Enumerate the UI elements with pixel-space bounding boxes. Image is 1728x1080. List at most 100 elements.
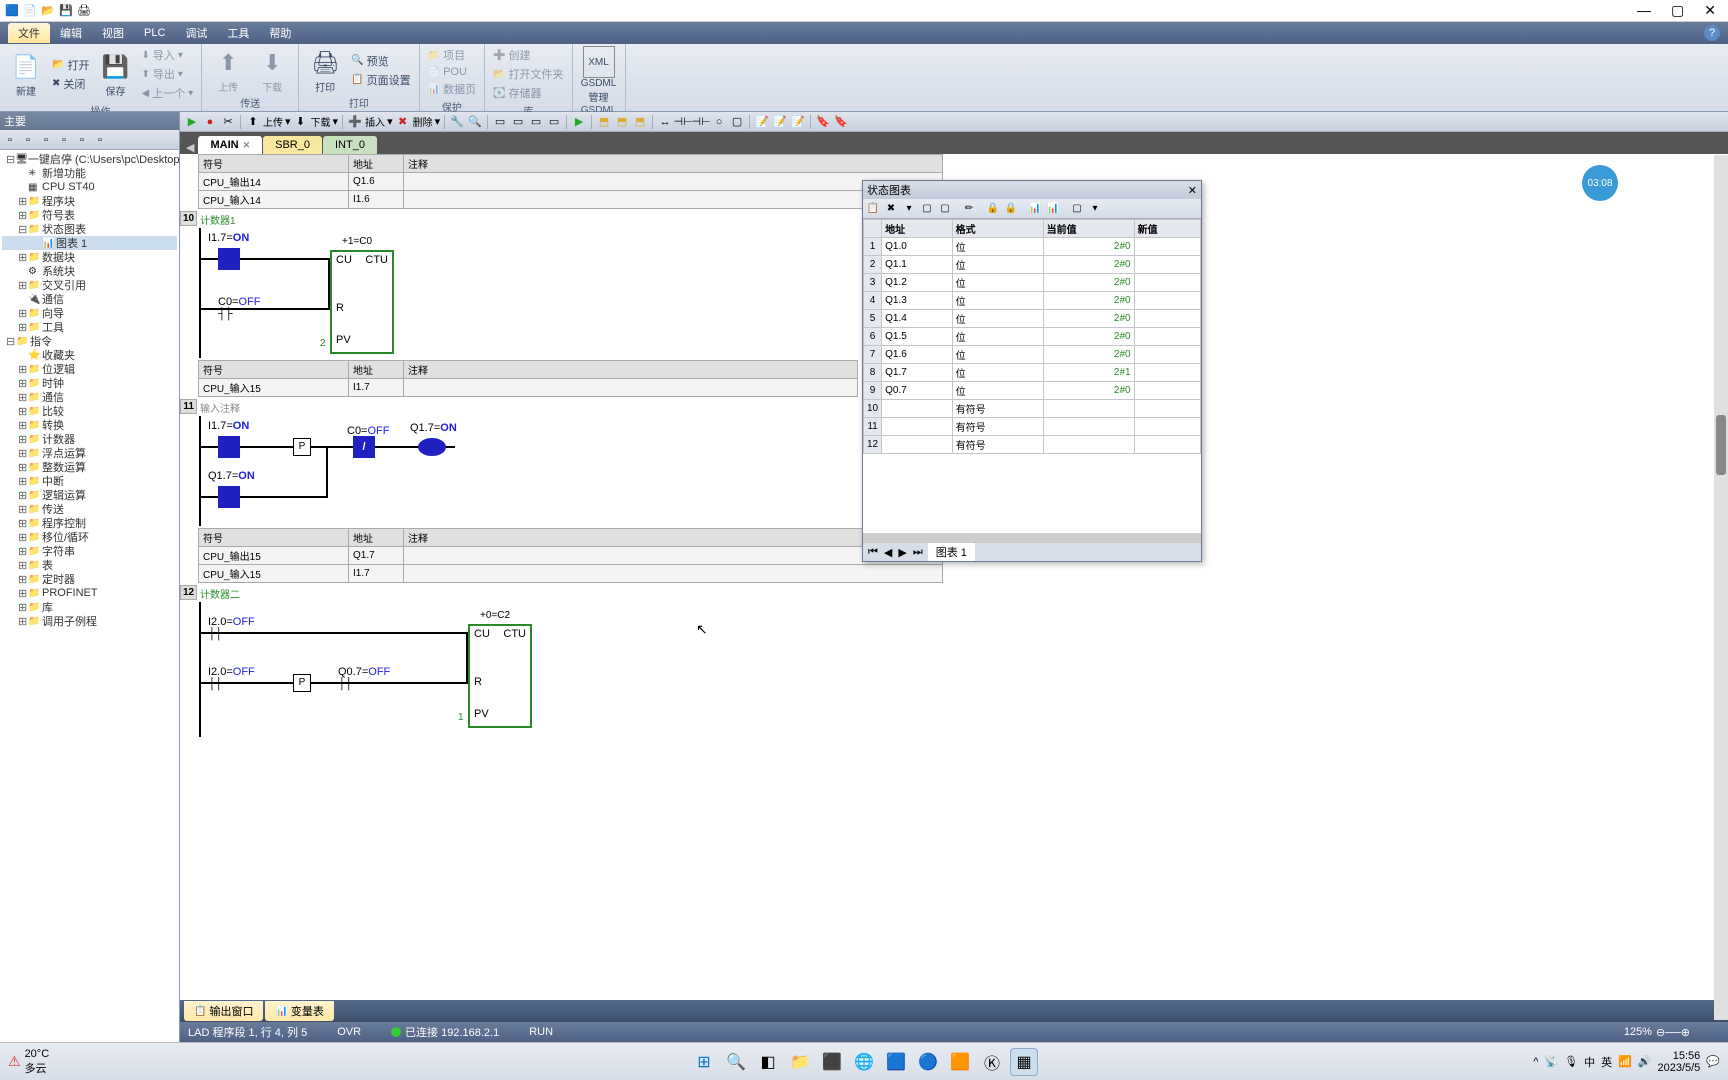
scroll-thumb[interactable] [1716, 415, 1726, 475]
taskview-icon[interactable]: ◧ [754, 1048, 782, 1076]
contact-q07[interactable]: Q0.7=OFF [338, 666, 390, 690]
tray-volume-icon[interactable]: 🔊 [1638, 1055, 1652, 1068]
tree-compare[interactable]: ⊞📁比较 [2, 404, 177, 418]
status-row[interactable]: 6Q1.5位2#0 [864, 328, 1201, 346]
tree-tool[interactable]: ⊞📁工具 [2, 320, 177, 334]
tray-notif-icon[interactable]: 💬 [1706, 1055, 1720, 1068]
st-icon[interactable]: ▢ [937, 202, 953, 216]
tray-chevron-icon[interactable]: ^ [1533, 1056, 1538, 1068]
coil-q17[interactable]: Q1.7=ON [418, 438, 446, 459]
minimize-button[interactable]: — [1637, 2, 1651, 19]
sc-nav-first-icon[interactable]: ⏮ [865, 546, 881, 559]
tree-tb-icon[interactable]: ▫ [38, 132, 54, 148]
upload-button[interactable]: ⬆上传 [208, 47, 248, 94]
st-icon[interactable]: 🔒 [1003, 202, 1019, 216]
tree-chart1[interactable]: 📊图表 1 [2, 236, 177, 250]
storage-button[interactable]: 💽存储器 [491, 84, 565, 102]
tab-output[interactable]: 📋输出窗口 [184, 1001, 263, 1021]
tb-icon[interactable]: ▶ [571, 114, 587, 130]
status-hscroll[interactable] [863, 533, 1201, 543]
download-button[interactable]: ⬇下载 [252, 47, 292, 94]
tab-nav-left-icon[interactable]: ◀ [182, 141, 198, 154]
st-icon[interactable]: 📊 [1027, 202, 1043, 216]
stop-icon[interactable]: ● [202, 114, 218, 130]
tb-icon[interactable]: ○ [711, 114, 727, 130]
app-icon[interactable]: Ⓚ [978, 1048, 1006, 1076]
tray-wifi-icon[interactable]: 📶 [1618, 1055, 1632, 1068]
sc-nav-last-icon[interactable]: ⏭ [910, 546, 926, 559]
gsdml-button[interactable]: XMLGSDML 管理 [579, 46, 619, 104]
current-app-icon[interactable]: ▦ [1010, 1048, 1038, 1076]
status-row[interactable]: 12有符号 [864, 436, 1201, 454]
tree-commgrp[interactable]: ⊞📁通信 [2, 390, 177, 404]
tree-datablock[interactable]: ⊞📁数据块 [2, 250, 177, 264]
menu-help[interactable]: 帮助 [259, 23, 301, 43]
menu-edit[interactable]: 编辑 [50, 23, 92, 43]
status-row[interactable]: 3Q1.2位2#0 [864, 274, 1201, 292]
st-icon[interactable]: ▢ [919, 202, 935, 216]
st-icon[interactable]: ▾ [901, 202, 917, 216]
status-grid[interactable]: 地址格式当前值新值 1Q1.0位2#02Q1.1位2#03Q1.2位2#04Q1… [863, 219, 1201, 533]
tb-icon[interactable]: ⊣⊢ [693, 114, 709, 130]
app-icon[interactable]: 🔵 [914, 1048, 942, 1076]
tree-tb-icon[interactable]: ▫ [74, 132, 90, 148]
tb-upload-icon[interactable]: ⬆ [245, 114, 261, 130]
tree-intmath[interactable]: ⊞📁整数运算 [2, 460, 177, 474]
close-button[interactable]: ✕ [1704, 2, 1716, 19]
status-row[interactable]: 9Q0.7位2#0 [864, 382, 1201, 400]
tree-clock[interactable]: ⊞📁时钟 [2, 376, 177, 390]
tb-icon[interactable]: ↔ [657, 114, 673, 130]
tree-tb-icon[interactable]: ▫ [20, 132, 36, 148]
tree-statuschart[interactable]: ⊟📁状态图表 [2, 222, 177, 236]
contact-c0[interactable]: C0=OFF [218, 296, 261, 320]
help-icon[interactable]: ? [1704, 25, 1720, 41]
import-button[interactable]: ⬇导入 ▾ [139, 46, 195, 64]
open-button[interactable]: 📂打开 [50, 56, 91, 74]
st-icon[interactable]: ✏ [961, 202, 977, 216]
tree-tb-icon[interactable]: ▫ [92, 132, 108, 148]
contact-q17b[interactable]: Q1.7=ON [218, 486, 240, 511]
print-icon[interactable]: 🖨 [76, 3, 92, 19]
tree-floatmath[interactable]: ⊞📁浮点运算 [2, 446, 177, 460]
status-row[interactable]: 4Q1.3位2#0 [864, 292, 1201, 310]
tree-fav[interactable]: ⭐收藏夹 [2, 348, 177, 362]
tb-delete-icon[interactable]: ✖ [395, 114, 411, 130]
tray-ime[interactable]: 中 [1584, 1054, 1595, 1070]
tree-interrupt[interactable]: ⊞📁中断 [2, 474, 177, 488]
tb-icon[interactable]: 🔖 [833, 114, 849, 130]
tray-clock[interactable]: 15:56 2023/5/5 [1657, 1050, 1700, 1074]
project-button[interactable]: 📁项目 [426, 46, 478, 64]
status-row[interactable]: 2Q1.1位2#0 [864, 256, 1201, 274]
status-row[interactable]: 11有符号 [864, 418, 1201, 436]
menu-view[interactable]: 视图 [92, 23, 134, 43]
app-icon[interactable]: 🟦 [882, 1048, 910, 1076]
taskbar-weather[interactable]: ⚠ 20°C 多云 [8, 1048, 49, 1076]
tb-icon[interactable]: ⬒ [614, 114, 630, 130]
tree-progblock[interactable]: ⊞📁程序块 [2, 194, 177, 208]
sc-nav-next-icon[interactable]: ▶ [895, 546, 909, 559]
tree-sysblock[interactable]: ⚙系统块 [2, 264, 177, 278]
tb-icon[interactable]: ⊣⊢ [675, 114, 691, 130]
prev-button[interactable]: ◀上一个 ▾ [139, 84, 195, 102]
tree-cpu[interactable]: ▦CPU ST40 [2, 180, 177, 194]
tb-icon[interactable]: 🔖 [815, 114, 831, 130]
st-icon[interactable]: 📊 [1045, 202, 1061, 216]
run-icon[interactable]: ▶ [184, 114, 200, 130]
tb-icon[interactable]: ✂ [220, 114, 236, 130]
tree-symtable[interactable]: ⊞📁符号表 [2, 208, 177, 222]
contact-i20a[interactable]: I2.0=OFF [208, 616, 255, 640]
tb-icon[interactable]: 📝 [790, 114, 806, 130]
tb-icon[interactable]: ⬒ [596, 114, 612, 130]
tree-wizard[interactable]: ⊞📁向导 [2, 306, 177, 320]
st-icon[interactable]: 📋 [865, 202, 881, 216]
status-close-icon[interactable]: ✕ [1188, 184, 1197, 197]
tree-callsub[interactable]: ⊞📁调用子例程 [2, 614, 177, 628]
status-chart-window[interactable]: 状态图表 ✕ 📋 ✖ ▾ ▢ ▢ ✏ 🔒 🔒 📊 📊 ▢ ▾ 地址格式当前值新值… [862, 180, 1202, 562]
tree-bitlogic[interactable]: ⊞📁位逻辑 [2, 362, 177, 376]
tab-sbr[interactable]: SBR_0 [263, 136, 322, 154]
start-icon[interactable]: ⊞ [690, 1048, 718, 1076]
openfolder-button[interactable]: 📂打开文件夹 [491, 65, 565, 83]
sb-zoom[interactable]: 125% ⊖──⊕ [1624, 1026, 1690, 1039]
tree-tb-icon[interactable]: ▫ [2, 132, 18, 148]
ctu-box[interactable]: +1=C0 CUCTU R PV2 [330, 250, 394, 354]
